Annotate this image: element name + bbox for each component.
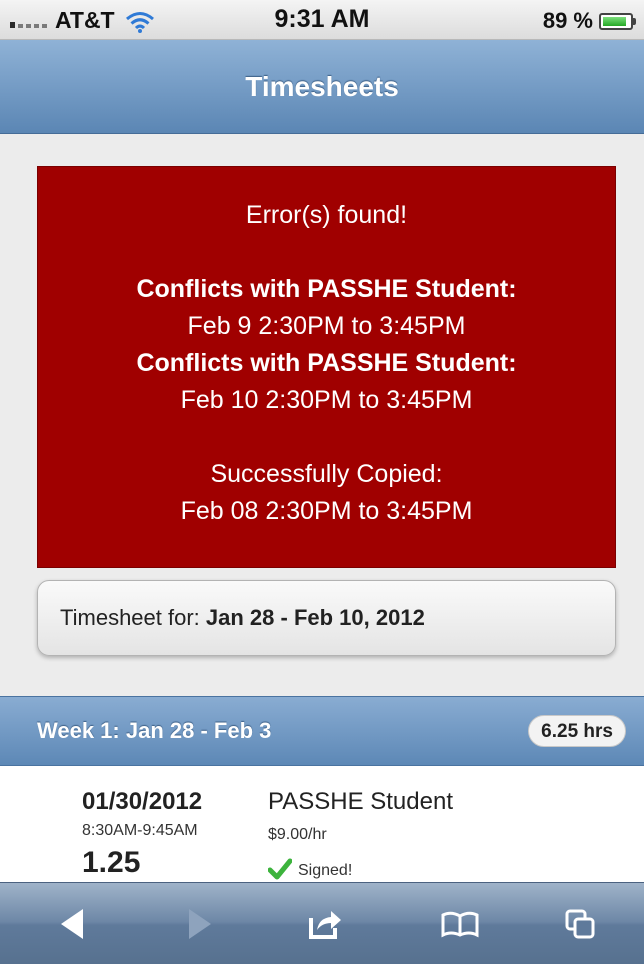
share-icon[interactable] [290,883,360,964]
timesheet-prefix: Timesheet for: [60,605,206,630]
bookmarks-icon[interactable] [425,883,495,964]
battery-percent: 89 % [542,8,593,33]
week-header[interactable]: Week 1: Jan 28 - Feb 3 6.25 hrs [0,696,644,766]
page-title: Timesheets [0,40,644,134]
conflict-label: Conflicts with PASSHE Student: [136,275,517,303]
status-right: 89 % [543,8,636,34]
conflict-time: Feb 9 2:30PM to 3:45PM [187,312,466,340]
entry-pay-rate: $9.00/hr [268,826,327,843]
entry-time-range: 8:30AM-9:45AM [82,822,198,839]
entry-job-title: PASSHE Student [268,788,453,815]
browser-toolbar [0,882,644,964]
error-message-box: Error(s) found! Conflicts with PASSHE St… [37,166,616,568]
success-time: Feb 08 2:30PM to 3:45PM [180,497,473,525]
timesheet-entry[interactable]: 01/30/2012 8:30AM-9:45AM 1.25 PASSHE Stu… [0,766,644,882]
battery-icon [599,12,636,30]
entry-status-label: Signed! [298,862,353,879]
timesheet-period-button[interactable]: Timesheet for: Jan 28 - Feb 10, 2012 [37,580,616,656]
back-icon[interactable] [37,883,107,964]
tabs-icon[interactable] [545,883,615,964]
error-heading: Error(s) found! [245,201,408,229]
forward-icon[interactable] [165,883,235,964]
entry-date: 01/30/2012 [82,788,203,815]
success-label: Successfully Copied: [210,460,443,488]
status-bar: AT&T 9:31 AM 89 % [0,0,644,40]
week-label: Week 1: Jan 28 - Feb 3 [37,718,272,743]
week-hours-badge: 6.25 hrs [528,715,626,747]
entry-hours: 1.25 [82,846,141,879]
entry-status: Signed! [268,858,352,880]
timesheet-range: Jan 28 - Feb 10, 2012 [205,605,425,630]
checkmark-icon [268,858,292,880]
conflict-label: Conflicts with PASSHE Student: [136,349,517,377]
conflict-time: Feb 10 2:30PM to 3:45PM [180,386,473,414]
